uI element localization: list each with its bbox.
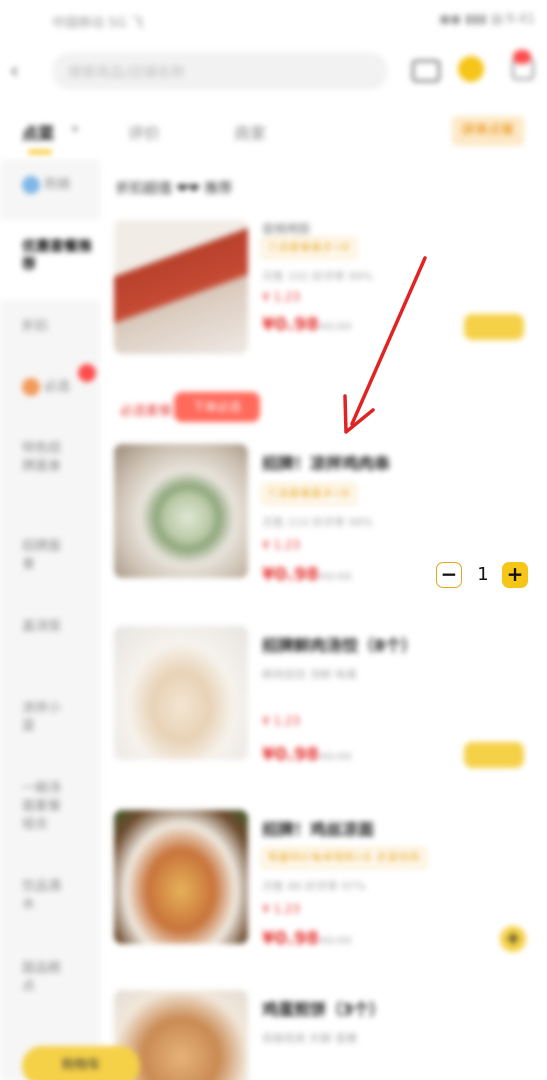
tab-bar: 点菜 ▾ 评价 商家 拼单点餐: [0, 104, 547, 158]
cart-button-label: 购物车: [61, 1058, 101, 1073]
add-item-button[interactable]: +: [500, 926, 526, 952]
star-icon[interactable]: [458, 56, 484, 82]
product-meta: 月售 214 好评率 98%: [262, 516, 373, 529]
section-title: 折扣超值 ❤❤ 推荐: [116, 181, 233, 197]
category-sidebar: 热销 优惠套餐推荐 折扣 必选 特色招牌面食 招牌面食 盖浇饭 凉拌小菜 一碗汤…: [0, 160, 100, 1080]
sidebar-item-label: 必选: [44, 379, 71, 395]
sidebar-item-discount[interactable]: 折扣: [0, 318, 100, 336]
vip-price: ¥ 1.23: [262, 714, 301, 728]
product-meta: 鲜肉馅饺 汤鲜 味美: [262, 668, 357, 681]
sidebar-item-label: 盖浇饭: [22, 619, 62, 634]
product-image: [114, 444, 248, 578]
product-image: [114, 220, 248, 354]
back-arrow-icon[interactable]: ‹: [10, 60, 30, 84]
original-price: ¥2.50: [320, 320, 352, 333]
group-order-label: 拼单点餐: [461, 123, 514, 138]
sidebar-item-combo[interactable]: 优惠套餐推荐: [0, 220, 100, 300]
top-bar: ‹ 搜索商品/店铺名称: [0, 44, 547, 100]
status-time: 9:41: [505, 12, 535, 27]
select-spec-button[interactable]: [464, 314, 524, 340]
search-placeholder: 搜索商品/店铺名称: [68, 65, 185, 81]
required-pill: 下单必选: [174, 392, 260, 422]
sidebar-item-hot[interactable]: 热销: [0, 176, 100, 195]
product-name: 招牌鲜肉汤饺（8个）: [262, 636, 418, 655]
product-tag: 限量特价每单限购1份 赶紧抢购: [262, 848, 426, 868]
cart-button[interactable]: 购物车: [22, 1046, 140, 1080]
product-list: 折扣超值 ❤❤ 推荐 香辣烤肠 已选套餐最多1份 月售 102 好评率 99% …: [100, 160, 547, 1080]
chevron-down-icon: ▾: [72, 122, 79, 136]
vip-price: ¥ 1.23: [262, 290, 301, 304]
sidebar-item-set-combo[interactable]: 一碗汤面套餐组合: [0, 780, 80, 834]
sidebar-item-label: 特色招牌面食: [22, 441, 62, 474]
sidebar-item-rice[interactable]: 盖浇饭: [0, 618, 80, 636]
section-tag: 必选套餐: [120, 404, 173, 419]
group-order-button[interactable]: 拼单点餐: [452, 116, 524, 146]
product-image: [114, 626, 248, 760]
blurred-app: 中国移动 5G 飞 ◼◼ ▮▮▮ ▤ 9:41 ‹ 搜索商品/店铺名称 点菜 ▾…: [0, 0, 547, 1080]
sidebar-badge: [78, 364, 96, 382]
tab-order[interactable]: 点菜: [22, 120, 54, 144]
status-icons: ◼◼ ▮▮▮ ▤: [439, 12, 503, 27]
product-price: ¥0.98: [262, 314, 319, 335]
product-name: 鸡蛋煎饼（3个）: [262, 1000, 386, 1019]
vip-price: ¥ 1.23: [262, 902, 301, 916]
quantity-value: 1: [477, 564, 489, 585]
original-price: ¥2.50: [320, 934, 352, 947]
sidebar-item-label: 热销: [44, 177, 71, 193]
sidebar-item-noodle[interactable]: 招牌面食: [0, 538, 80, 574]
status-carrier: 中国移动 5G 飞: [52, 16, 144, 31]
plus-label: +: [505, 928, 521, 949]
status-bar: 中国移动 5G 飞 ◼◼ ▮▮▮ ▤ 9:41: [0, 0, 547, 40]
product-price: ¥0.98: [262, 564, 319, 585]
sidebar-item-signature-noodle[interactable]: 特色招牌面食: [0, 440, 78, 476]
message-badge: [513, 50, 531, 64]
product-name: 香辣烤肠: [262, 222, 311, 236]
sidebar-item-label: 凉拌小菜: [22, 701, 62, 734]
vip-price: ¥ 1.23: [262, 538, 301, 552]
flame-icon: [22, 176, 40, 194]
increase-button[interactable]: +: [502, 562, 528, 588]
required-pill-label: 下单必选: [192, 400, 241, 414]
tab-reviews[interactable]: 评价: [128, 120, 160, 144]
sidebar-item-label: 甜品糕点: [22, 961, 62, 994]
cart-icon[interactable]: [412, 60, 440, 82]
quantity-stepper[interactable]: − 1 +: [436, 562, 531, 590]
list-item[interactable]: 鸡蛋煎饼（3个） 现做现卖 外酥 里嫩: [114, 990, 539, 1080]
sidebar-item-label: 招牌面食: [22, 539, 62, 572]
product-tag: 已选套餐最多1份: [262, 238, 356, 258]
product-name: 招牌！凉拌鸡肉串: [262, 454, 391, 473]
product-meta: 现做现卖 外酥 里嫩: [262, 1032, 357, 1045]
sidebar-item-label: 优惠套餐推荐: [22, 239, 92, 273]
sidebar-item-label: 一碗汤面套餐组合: [22, 781, 62, 832]
original-price: ¥2.50: [320, 750, 352, 763]
tag-icon: [22, 378, 40, 396]
select-spec-button[interactable]: [464, 742, 524, 768]
product-meta: 月售 88 好评率 97%: [262, 880, 366, 893]
sidebar-item-dessert[interactable]: 甜品糕点: [0, 960, 80, 996]
sidebar-item-label: 饮品酒水: [22, 879, 62, 912]
sidebar-item-label: 折扣: [22, 319, 49, 334]
sidebar-item-drinks[interactable]: 饮品酒水: [0, 878, 80, 914]
product-tag: 已选套餐最多1份: [262, 484, 356, 504]
product-name: 招牌！鸡丝凉面: [262, 820, 375, 839]
decrease-button[interactable]: −: [436, 562, 462, 588]
tab-underline: [28, 150, 52, 154]
search-input[interactable]: 搜索商品/店铺名称: [52, 52, 388, 90]
product-price: ¥0.98: [262, 928, 319, 949]
list-item[interactable]: 招牌！鸡丝凉面 限量特价每单限购1份 赶紧抢购 月售 88 好评率 97% ¥ …: [114, 810, 539, 952]
original-price: ¥2.50: [320, 570, 352, 583]
tab-store[interactable]: 商家: [234, 120, 266, 144]
product-meta: 月售 102 好评率 99%: [262, 270, 373, 283]
sidebar-item-cold-dish[interactable]: 凉拌小菜: [0, 700, 80, 736]
product-image: [114, 810, 248, 944]
product-price: ¥0.98: [262, 744, 319, 765]
list-item[interactable]: 招牌鲜肉汤饺（8个） 鲜肉馅饺 汤鲜 味美 ¥ 1.23 ¥0.98 ¥2.50: [114, 626, 539, 768]
list-item[interactable]: 香辣烤肠 已选套餐最多1份 月售 102 好评率 99% ¥ 1.23 ¥0.9…: [114, 220, 539, 360]
